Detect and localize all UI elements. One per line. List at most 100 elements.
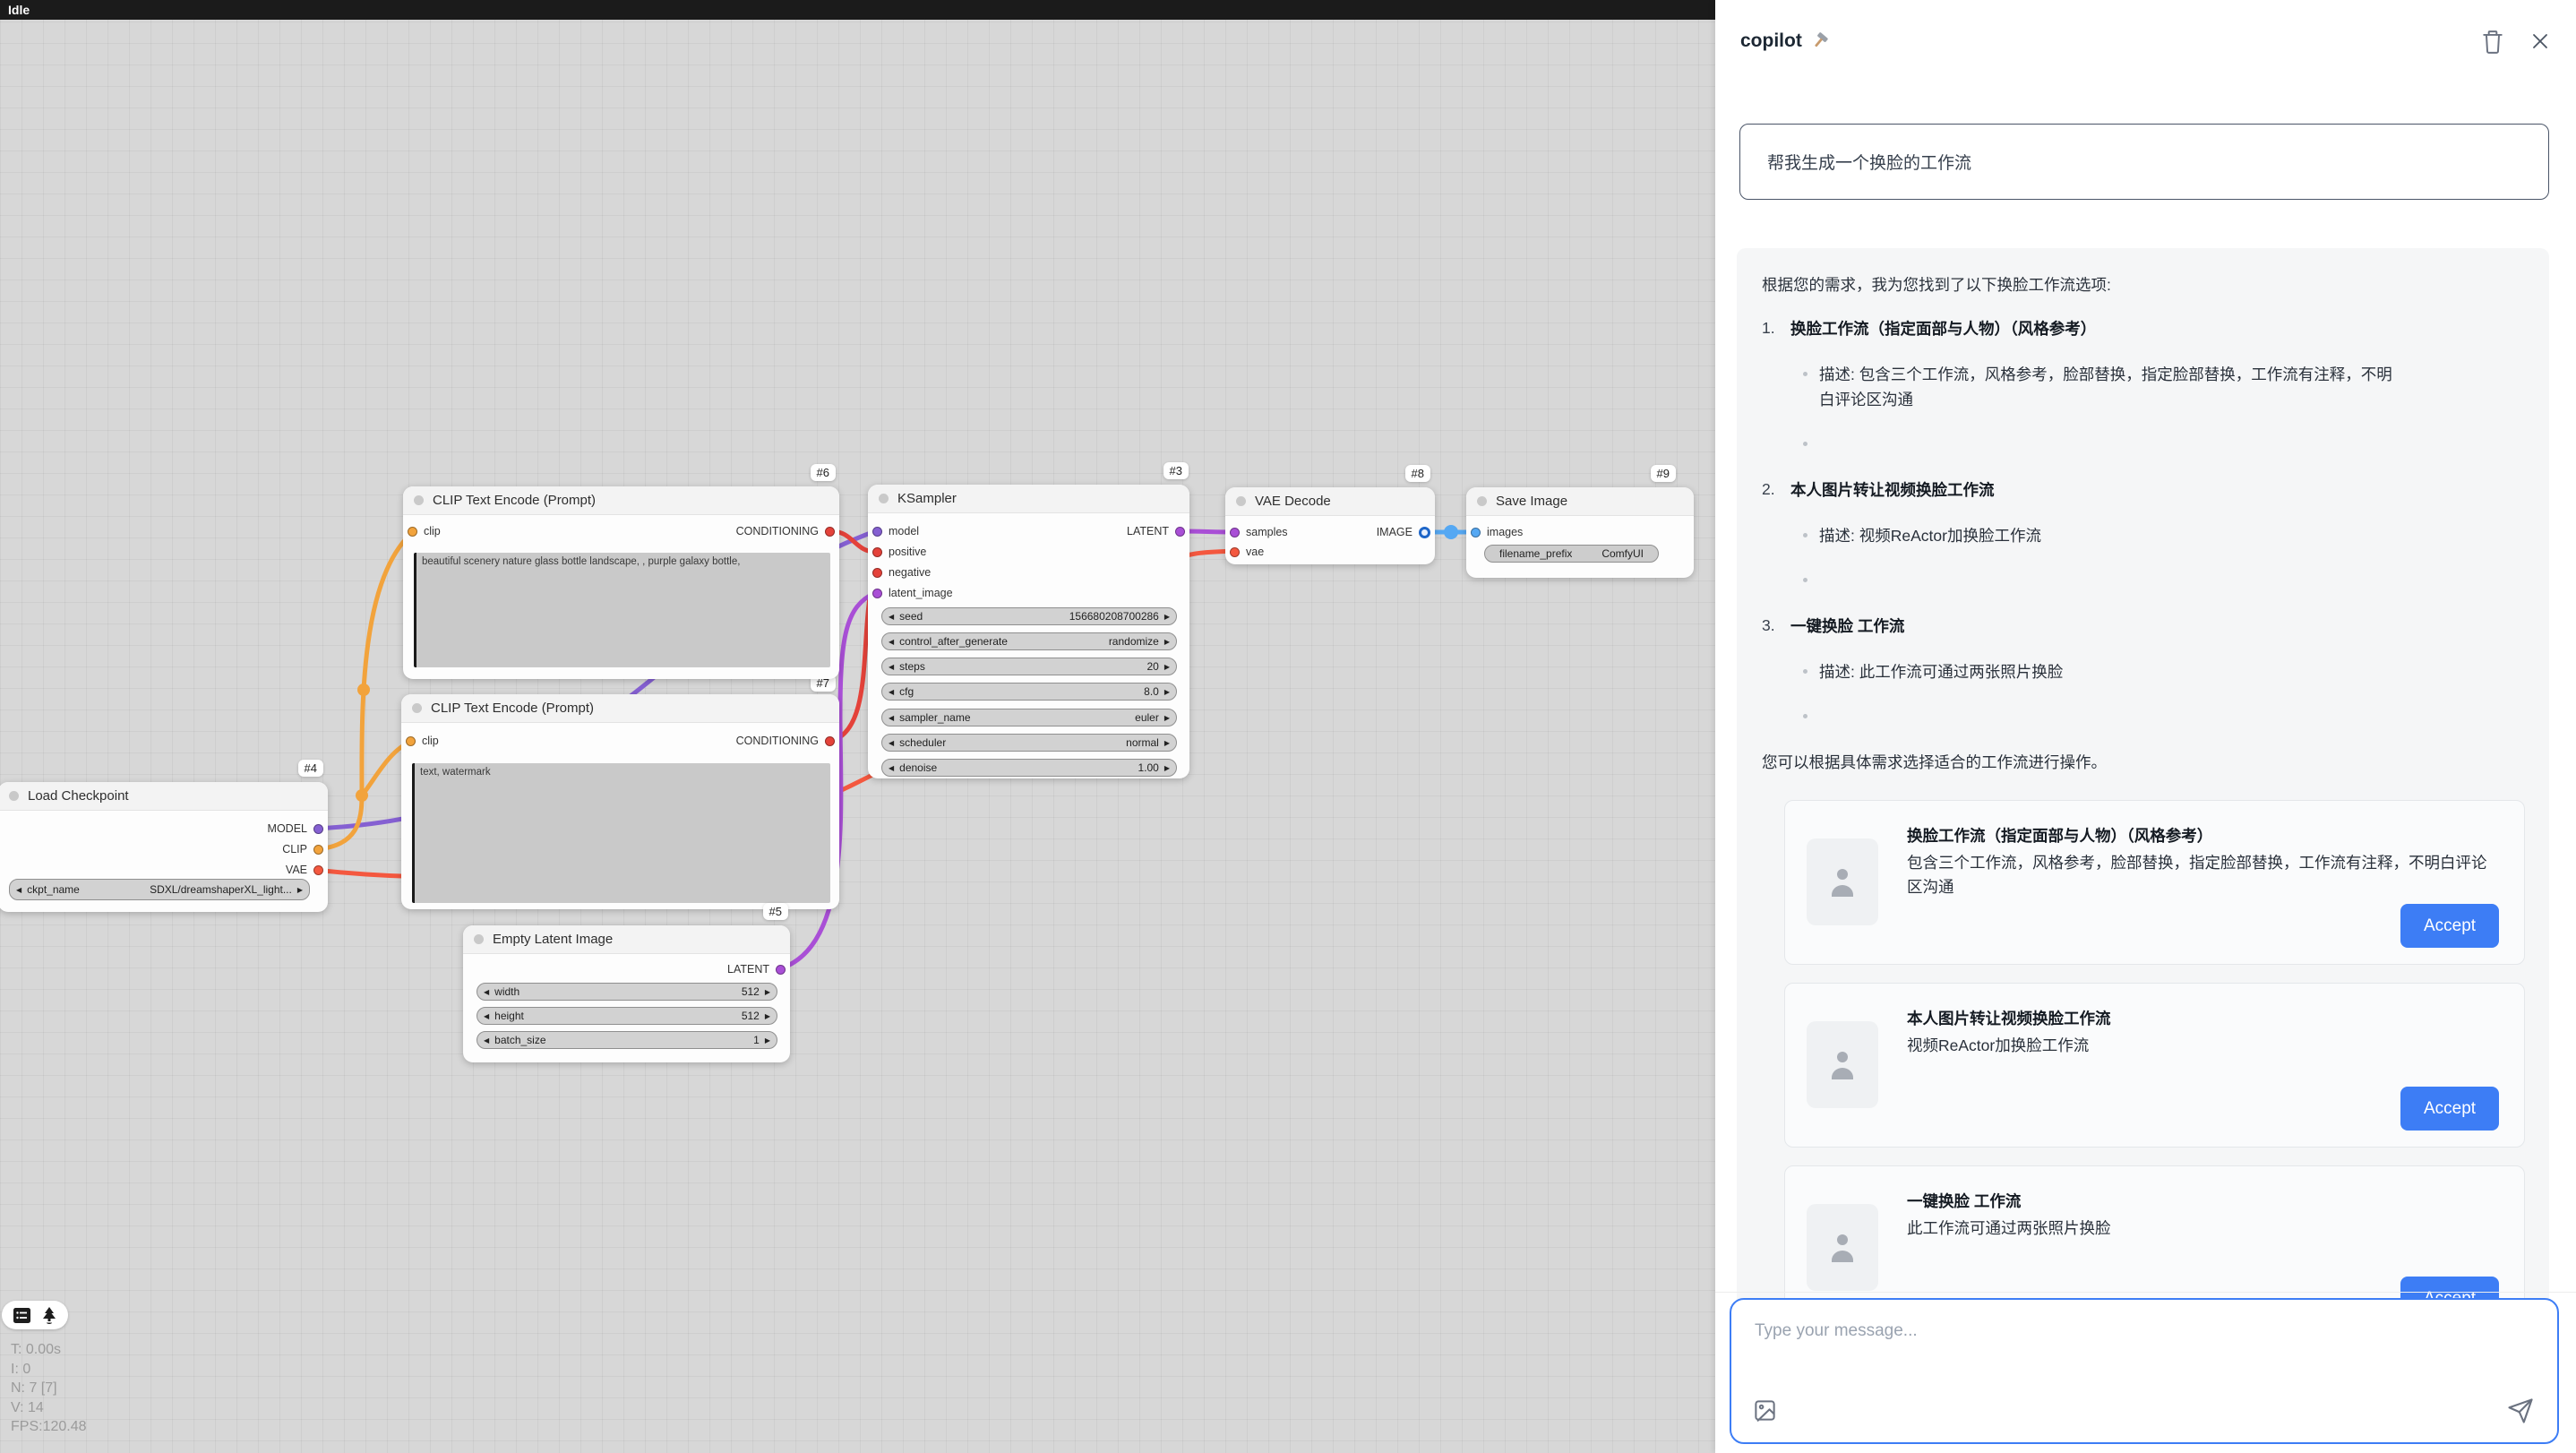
copilot-title: copilot [1740,30,1802,52]
attach-image-icon[interactable] [1753,1398,1777,1423]
next-arrow-icon[interactable]: ▶ [1164,613,1170,621]
prev-arrow-icon[interactable]: ◀ [484,988,489,996]
output-port-model[interactable] [313,824,323,834]
widget-seed[interactable]: ◀seed156680208700286▶ [881,607,1177,625]
node-clip-text-encode-negative[interactable]: #7 CLIP Text Encode (Prompt) clip CONDIT… [401,694,839,909]
collapse-dot-icon[interactable] [879,494,889,503]
assistant-message: 根据您的需求，我为您找到了以下换脸工作流选项: 1. 换脸工作流（指定面部与人物… [1737,248,2549,1361]
next-arrow-icon[interactable]: ▶ [297,886,303,894]
widget-sampler-name[interactable]: ◀sampler_nameeuler▶ [881,709,1177,726]
send-icon[interactable] [2507,1397,2534,1424]
delete-chat-button[interactable] [2481,29,2504,55]
node-empty-latent-image[interactable]: #5 Empty Latent Image LATENT ◀width512▶ … [463,925,790,1062]
widget-height[interactable]: ◀height512▶ [477,1007,777,1025]
output-port-latent[interactable] [776,965,786,975]
accept-button[interactable]: Accept [2400,1087,2499,1131]
next-arrow-icon[interactable]: ▶ [1164,714,1170,722]
list-item: 2. 本人图片转让视频换脸工作流 描述: 视频ReActor加换脸工作流 [1762,478,2526,607]
bullet-icon [1803,372,1807,376]
output-port-vae[interactable] [313,865,323,875]
list-item: 1. 换脸工作流（指定面部与人物）（风格参考） 描述: 包含三个工作流，风格参考… [1762,317,2526,471]
next-arrow-icon[interactable]: ▶ [765,1012,770,1020]
card-title: 换脸工作流（指定面部与人物）（风格参考） [1907,824,2499,847]
close-icon[interactable] [2529,30,2551,52]
node-title: Save Image [1496,494,1567,509]
accept-button[interactable]: Accept [2400,904,2499,948]
bullet-icon [1803,533,1807,537]
output-port-image[interactable] [1419,527,1430,538]
input-port-latent-image[interactable] [872,589,882,598]
prompt-textarea[interactable]: beautiful scenery nature glass bottle la… [414,553,830,667]
prev-arrow-icon[interactable]: ◀ [889,714,894,722]
input-port-model[interactable] [872,527,882,537]
output-port-latent[interactable] [1175,527,1185,537]
output-port-clip[interactable] [313,845,323,855]
output-port-conditioning[interactable] [825,736,835,746]
widget-ckpt-name[interactable]: ◀ ckpt_name SDXL/dreamshaperXL_light... … [9,879,310,900]
workflow-card: 换脸工作流（指定面部与人物）（风格参考） 包含三个工作流，风格参考，脸部替换，指… [1784,800,2525,965]
node-clip-text-encode-positive[interactable]: #6 CLIP Text Encode (Prompt) clip CONDIT… [403,486,839,679]
next-arrow-icon[interactable]: ▶ [1164,739,1170,747]
collapse-dot-icon[interactable] [474,934,484,944]
next-arrow-icon[interactable]: ▶ [1164,638,1170,646]
node-title: CLIP Text Encode (Prompt) [433,493,596,508]
input-port-images[interactable] [1471,528,1481,537]
hammer-icon [1811,31,1831,51]
node-title: Empty Latent Image [493,932,613,947]
node-title: VAE Decode [1255,494,1331,509]
node-badge: #8 [1405,465,1430,482]
collapse-dot-icon[interactable] [412,703,422,713]
widget-cfg[interactable]: ◀cfg8.0▶ [881,683,1177,701]
widget-steps[interactable]: ◀steps20▶ [881,658,1177,675]
widget-scheduler[interactable]: ◀schedulernormal▶ [881,734,1177,752]
input-port-clip[interactable] [406,736,416,746]
list-item: 3. 一键换脸 工作流 描述: 此工作流可通过两张照片换脸 [1762,615,2526,744]
next-arrow-icon[interactable]: ▶ [1164,764,1170,772]
collapse-dot-icon[interactable] [414,495,424,505]
node-save-image[interactable]: #9 Save Image images filename_prefix Com… [1466,487,1694,578]
prev-arrow-icon[interactable]: ◀ [484,1036,489,1045]
next-arrow-icon[interactable]: ▶ [1164,688,1170,696]
input-port-positive[interactable] [872,547,882,557]
prev-arrow-icon[interactable]: ◀ [889,613,894,621]
prev-arrow-icon[interactable]: ◀ [16,886,21,894]
message-input[interactable] [1731,1300,2557,1386]
workflow-option-title: 换脸工作流（指定面部与人物）（风格参考） [1790,317,2526,340]
prev-arrow-icon[interactable]: ◀ [889,764,894,772]
person-icon [1807,838,1878,925]
tree-icon[interactable] [42,1307,56,1324]
prev-arrow-icon[interactable]: ◀ [484,1012,489,1020]
node-canvas[interactable]: Idle #4 Load Checkpoint MODEL CLIP VAE ◀… [0,0,1716,1453]
widget-filename-prefix[interactable]: filename_prefix ComfyUI [1484,545,1659,563]
widget-width[interactable]: ◀width512▶ [477,983,777,1001]
node-vae-decode[interactable]: #8 VAE Decode samples vae IMAGE [1225,487,1435,564]
prev-arrow-icon[interactable]: ◀ [889,663,894,671]
node-badge: #9 [1651,465,1676,482]
next-arrow-icon[interactable]: ▶ [765,1036,770,1045]
bullet-icon [1803,714,1807,718]
input-port-samples[interactable] [1230,528,1240,537]
footer-divider [1715,1292,2576,1293]
input-port-negative[interactable] [872,568,882,578]
prev-arrow-icon[interactable]: ◀ [889,739,894,747]
collapse-dot-icon[interactable] [9,791,19,801]
collapse-dot-icon[interactable] [1236,496,1246,506]
input-port-vae[interactable] [1230,547,1240,557]
node-load-checkpoint[interactable]: #4 Load Checkpoint MODEL CLIP VAE ◀ ckpt… [0,782,328,912]
next-arrow-icon[interactable]: ▶ [1164,663,1170,671]
widget-batch-size[interactable]: ◀batch_size1▶ [477,1031,777,1049]
prev-arrow-icon[interactable]: ◀ [889,688,894,696]
next-arrow-icon[interactable]: ▶ [765,988,770,996]
input-port-clip[interactable] [408,527,417,537]
widget-control-after-generate[interactable]: ◀control_after_generaterandomize▶ [881,632,1177,650]
collapse-dot-icon[interactable] [1477,496,1487,506]
node-list-icon[interactable] [13,1308,30,1323]
canvas-toolbar[interactable] [2,1301,68,1329]
card-title: 一键换脸 工作流 [1907,1190,2499,1213]
widget-denoise[interactable]: ◀denoise1.00▶ [881,759,1177,777]
node-ksampler[interactable]: #3 KSampler model positive negative late… [868,485,1189,778]
card-desc: 此工作流可通过两张照片换脸 [1907,1217,2498,1241]
prev-arrow-icon[interactable]: ◀ [889,638,894,646]
output-port-conditioning[interactable] [825,527,835,537]
prompt-textarea[interactable]: text, watermark [412,763,830,903]
